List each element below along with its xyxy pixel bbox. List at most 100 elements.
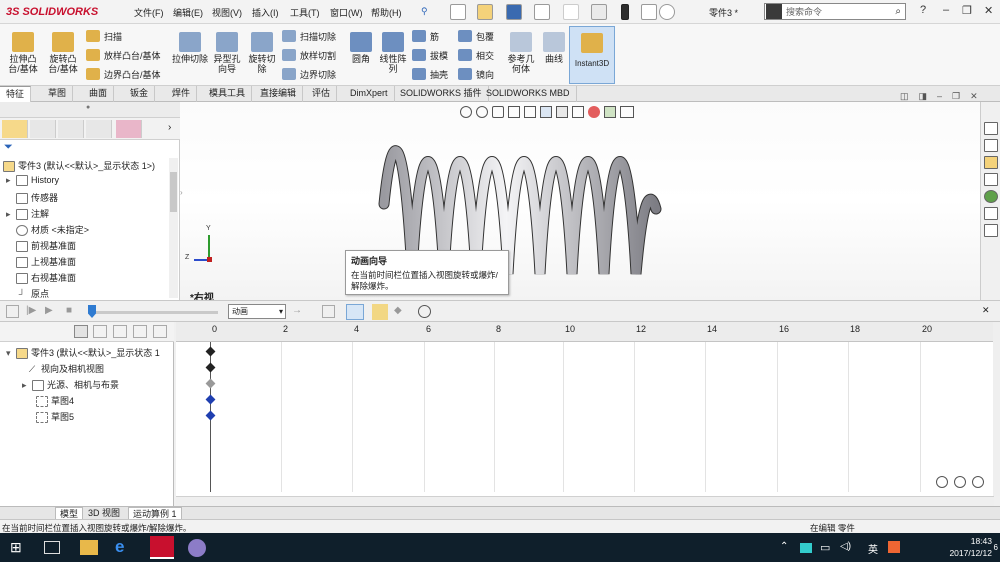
- motion-tree-sketch5[interactable]: 草图5: [36, 410, 74, 424]
- tree-item-top-plane[interactable]: 上视基准面: [6, 255, 76, 269]
- wrap-button[interactable]: 包覆: [458, 28, 494, 44]
- add-key-icon[interactable]: ◆: [394, 305, 407, 318]
- tab-features[interactable]: 特征: [0, 86, 32, 102]
- search-commands-input[interactable]: 搜索命令 ⌕: [764, 3, 906, 20]
- filter-results-icon[interactable]: [133, 325, 147, 338]
- open-file-icon[interactable]: [477, 4, 493, 20]
- playback-speed-slider[interactable]: [88, 311, 218, 314]
- revolved-boss-button[interactable]: 旋转凸台/基体: [44, 30, 82, 74]
- system-clock[interactable]: 18:43 2017/12/12: [949, 535, 992, 559]
- tab-weldments[interactable]: 焊件: [166, 86, 198, 102]
- tree-item-origin[interactable]: ┘ 原点: [6, 287, 49, 301]
- motion-tree-root[interactable]: ▾ 零件3 (默认<<默认>_显示状态 1: [6, 346, 160, 360]
- arrow-icon[interactable]: →: [292, 305, 305, 318]
- keyframe[interactable]: [205, 410, 216, 421]
- edge-browser-icon[interactable]: e: [115, 537, 137, 558]
- boundary-cut-button[interactable]: 边界切除: [282, 66, 336, 82]
- swept-cut-button[interactable]: 扫描切除: [282, 28, 336, 44]
- network-icon[interactable]: ▭: [820, 541, 830, 554]
- minimize-button[interactable]: –: [943, 4, 949, 16]
- motion-close-icon[interactable]: ✕: [982, 305, 995, 318]
- keyframe[interactable]: [205, 362, 216, 373]
- tray-sogou-icon[interactable]: [888, 541, 900, 553]
- view-palette-icon[interactable]: [984, 173, 998, 186]
- filter-selected-icon[interactable]: [113, 325, 127, 338]
- display-style-icon[interactable]: [556, 106, 568, 118]
- panel-grip-icon[interactable]: ●: [86, 104, 90, 111]
- menu-window[interactable]: 窗口(W): [330, 6, 363, 19]
- viewport-close-icon[interactable]: ✕: [970, 91, 978, 102]
- tree-item-history[interactable]: ▸ History: [6, 175, 59, 187]
- menu-file[interactable]: 文件(F): [134, 6, 164, 19]
- viewport-minimize-icon[interactable]: –: [937, 91, 942, 102]
- calculate-icon[interactable]: [6, 305, 19, 318]
- ime-indicator[interactable]: 英: [868, 541, 878, 556]
- boundary-boss-button[interactable]: 边界凸台/基体: [86, 66, 161, 82]
- section-view-icon[interactable]: [508, 106, 520, 118]
- timeline-horizontal-scrollbar[interactable]: [176, 496, 994, 506]
- curves-button[interactable]: 曲线: [540, 30, 568, 64]
- custom-properties-icon[interactable]: [984, 207, 998, 220]
- dynamic-annotation-icon[interactable]: [524, 106, 536, 118]
- zoom-out-icon[interactable]: [954, 476, 966, 488]
- slider-thumb[interactable]: [88, 305, 96, 318]
- graphics-area[interactable]: ◫ ◨ – ❐ ✕ Y Z ›: [180, 91, 980, 300]
- motion-timeline[interactable]: 0 2 4 6 8 10 12 14 16 18 20: [176, 322, 994, 506]
- hole-wizard-button[interactable]: 异型孔向导: [210, 30, 244, 74]
- extruded-boss-button[interactable]: 拉伸凸台/基体: [4, 30, 42, 74]
- instant3d-button[interactable]: Instant3D: [569, 26, 615, 84]
- filter-icon[interactable]: ⏷: [4, 141, 13, 154]
- options-gear-icon[interactable]: [659, 4, 675, 20]
- paint-app-icon[interactable]: [188, 539, 206, 557]
- rib-button[interactable]: 筋: [412, 28, 439, 44]
- design-library-icon[interactable]: [984, 139, 998, 152]
- play-icon[interactable]: ▶: [45, 305, 58, 318]
- animation-wizard-button[interactable]: [346, 304, 364, 320]
- tree-item-sensors[interactable]: 传感器: [6, 191, 58, 205]
- tab-evaluate[interactable]: 评估: [306, 86, 338, 102]
- save-animation-icon[interactable]: [322, 305, 335, 318]
- scrollbar-thumb[interactable]: [170, 172, 177, 212]
- print-icon[interactable]: [534, 4, 550, 20]
- file-properties-icon[interactable]: [641, 4, 657, 20]
- task-view-icon[interactable]: [44, 541, 60, 554]
- keyframe[interactable]: [205, 346, 216, 357]
- zoom-in-icon[interactable]: [936, 476, 948, 488]
- draft-button[interactable]: 拔模: [412, 47, 448, 63]
- tab-surfaces[interactable]: 曲面: [83, 86, 115, 102]
- viewport-restore-icon[interactable]: ❐: [952, 91, 960, 102]
- traffic-light-icon[interactable]: [621, 4, 629, 20]
- motion-tree-lights[interactable]: ▸ 光源、相机与布景: [22, 378, 119, 392]
- tray-app-icon[interactable]: [800, 543, 812, 553]
- tab-mold-tools[interactable]: 模具工具: [203, 86, 253, 102]
- appearances-icon[interactable]: [984, 190, 998, 203]
- select-icon[interactable]: [591, 4, 607, 20]
- menu-view[interactable]: 视图(V): [212, 6, 242, 19]
- extruded-cut-button[interactable]: 拉伸切除: [172, 30, 208, 64]
- file-explorer-icon[interactable]: [984, 156, 998, 169]
- tab-direct-editing[interactable]: 直接编辑: [254, 86, 304, 102]
- configuration-manager-tab[interactable]: [58, 120, 84, 138]
- motion-tree-camera-views[interactable]: ⟋ 视向及相机视图: [26, 362, 104, 376]
- autokey-icon[interactable]: [372, 304, 388, 320]
- tree-item-material[interactable]: 材质 <未指定>: [6, 223, 89, 237]
- sweep-button[interactable]: 扫描: [86, 28, 122, 44]
- file-explorer-taskbar-icon[interactable]: [80, 540, 98, 555]
- solidworks-logo[interactable]: 3S SOLIDWORKS: [6, 4, 98, 20]
- timeline-vertical-scrollbar[interactable]: [993, 322, 1000, 496]
- viewport-nav-left-icon[interactable]: ◫: [900, 91, 909, 102]
- zoom-fit-icon[interactable]: [972, 476, 984, 488]
- zoom-to-area-icon[interactable]: [476, 106, 488, 118]
- menu-insert[interactable]: 插入(I): [252, 6, 279, 19]
- tab-sheet-metal[interactable]: 钣金: [124, 86, 156, 102]
- panel-collapse-icon[interactable]: ›: [180, 188, 183, 197]
- timeline-ruler[interactable]: 0 2 4 6 8 10 12 14 16 18 20: [176, 322, 994, 342]
- solidworks-taskbar-icon[interactable]: [150, 536, 174, 559]
- solidworks-resources-icon[interactable]: [984, 122, 998, 135]
- dimxpert-manager-tab[interactable]: [86, 120, 112, 138]
- tree-item-right-plane[interactable]: 右视基准面: [6, 271, 76, 285]
- zoom-timeline-icon[interactable]: [153, 325, 167, 338]
- undo-icon[interactable]: [563, 4, 579, 20]
- tree-scrollbar[interactable]: [169, 158, 178, 298]
- shell-button[interactable]: 抽壳: [412, 66, 448, 82]
